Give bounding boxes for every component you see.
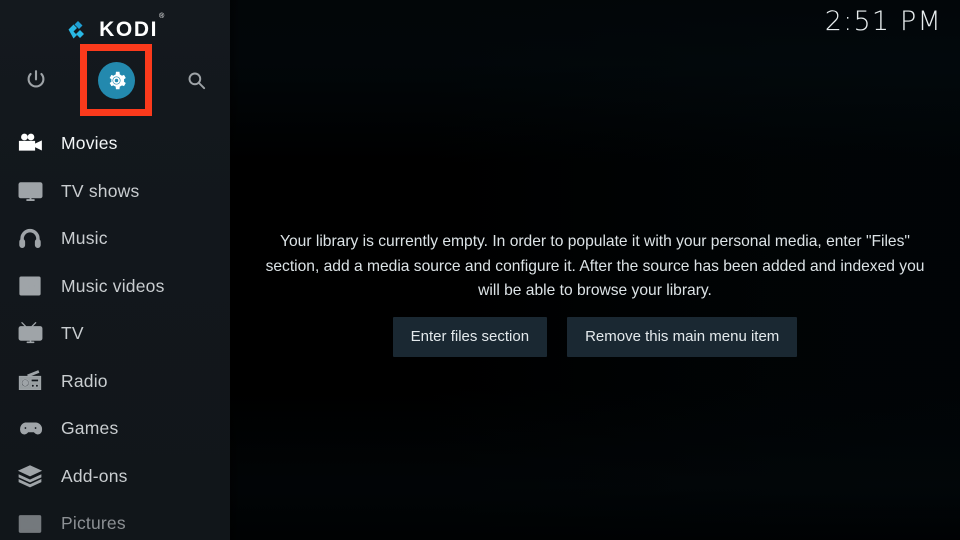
sidebar-item-label: Music (61, 228, 108, 248)
sidebar-menu: Movies TV shows Music Music videos TV Ra… (0, 120, 230, 540)
movie-camera-icon (10, 129, 50, 159)
sidebar-item-music-videos[interactable]: Music videos (0, 263, 230, 311)
empty-library-message: Your library is currently empty. In orde… (265, 233, 925, 299)
sidebar-item-add-ons[interactable]: Add-ons (0, 453, 230, 501)
gamepad-icon (10, 414, 50, 444)
sidebar-item-games[interactable]: Games (0, 405, 230, 453)
sidebar-item-pictures[interactable]: Pictures (0, 500, 230, 540)
sidebar-edge-shadow (230, 0, 240, 540)
sidebar-item-label: Games (61, 418, 119, 438)
empty-library-panel: Your library is currently empty. In orde… (230, 230, 960, 357)
settings-gear-circle (97, 61, 135, 99)
picture-frame-icon (10, 509, 50, 539)
sidebar-item-tv-shows[interactable]: TV shows (0, 168, 230, 216)
power-icon (27, 70, 45, 88)
kodi-home-screen: KODI® Movies TV shows Music Music videos… (0, 0, 960, 540)
kodi-logo: KODI® (0, 12, 230, 44)
kodi-wordmark: KODI® (99, 12, 166, 41)
tv-monitor-icon (10, 176, 50, 206)
search-icon (188, 72, 205, 89)
sidebar-item-label: Movies (61, 133, 118, 153)
empty-library-actions: Enter files section Remove this main men… (392, 316, 798, 357)
sidebar-item-label: Music videos (61, 275, 165, 296)
sidebar-item-label: Radio (61, 370, 108, 391)
sidebar-item-music[interactable]: Music (0, 215, 230, 263)
sidebar-item-tv[interactable]: TV (0, 310, 230, 358)
sidebar-item-label: TV shows (61, 180, 140, 201)
gear-icon (109, 71, 126, 89)
sidebar-item-movies[interactable]: Movies (0, 120, 230, 168)
kodi-logo-mark (68, 20, 85, 38)
power-button[interactable] (0, 44, 72, 116)
headphones-icon (10, 224, 50, 254)
search-button[interactable] (160, 44, 232, 116)
sidebar-item-label: TV (61, 323, 84, 343)
sidebar-top-icons (0, 44, 230, 116)
settings-button[interactable] (80, 44, 152, 116)
retro-tv-icon (10, 319, 50, 349)
main-content: 2:51 PM Your library is currently empty.… (230, 0, 960, 540)
radio-icon (10, 366, 50, 396)
enter-files-section-button[interactable]: Enter files section (392, 316, 548, 357)
music-video-icon (10, 271, 50, 301)
open-box-icon (10, 461, 50, 491)
sidebar-item-label: Add-ons (61, 465, 128, 486)
sidebar-item-label: Pictures (61, 513, 126, 533)
sidebar-item-radio[interactable]: Radio (0, 358, 230, 406)
remove-main-menu-item-button[interactable]: Remove this main menu item (567, 316, 798, 357)
clock: 2:51 PM (824, 6, 942, 37)
sidebar: KODI® Movies TV shows Music Music videos… (0, 0, 230, 540)
